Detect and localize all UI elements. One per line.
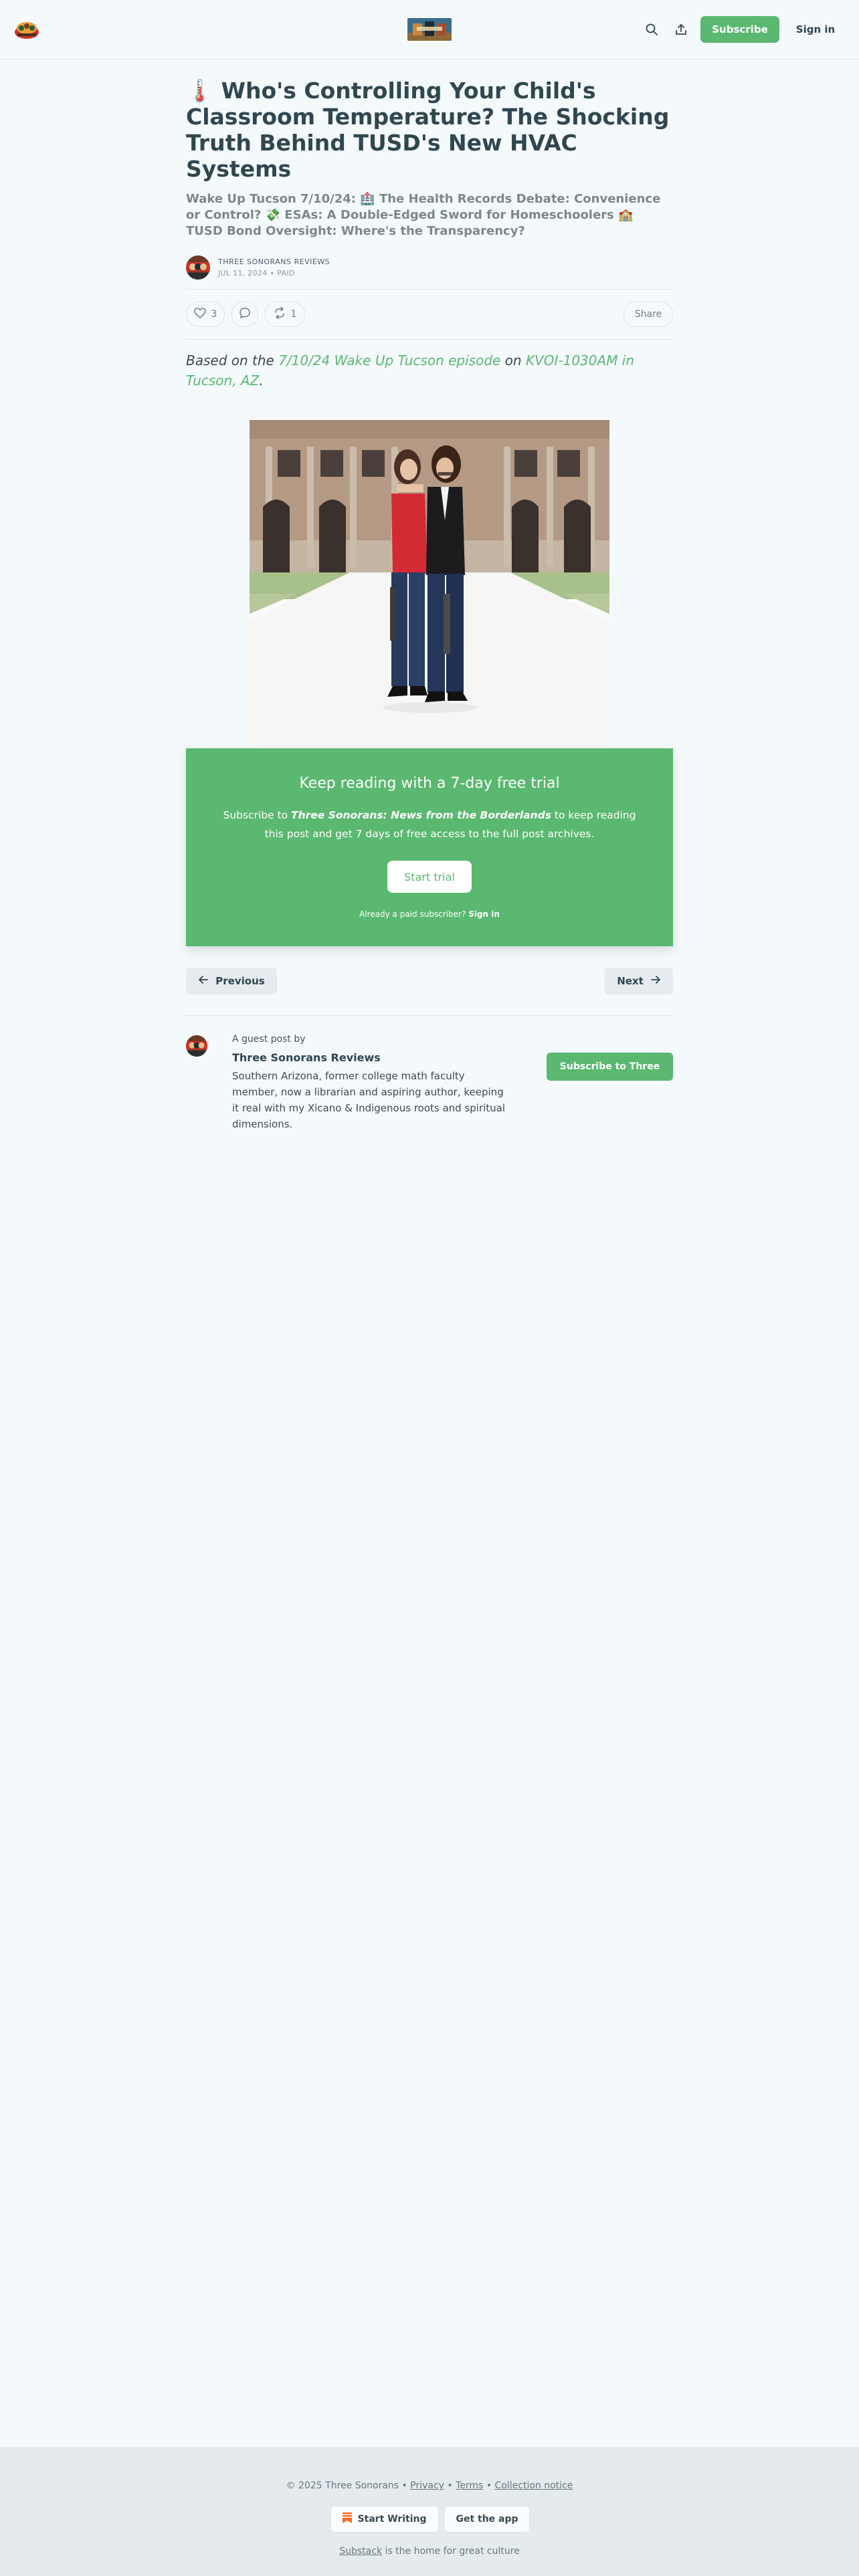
access-badge: PAID	[277, 269, 295, 278]
footer-separator: •	[444, 2480, 456, 2491]
comment-button[interactable]	[231, 302, 258, 327]
lede-suffix: .	[259, 372, 264, 389]
sign-in-button[interactable]: Sign in	[787, 16, 844, 43]
post-date: JUL 11, 2024	[218, 269, 268, 278]
previous-post-button[interactable]: Previous	[186, 968, 277, 994]
post-actions-bar: 3 1 Share	[186, 289, 673, 340]
already-subscriber-text: Already a paid subscriber?	[359, 909, 469, 919]
collection-notice-link[interactable]: Collection notice	[495, 2480, 573, 2491]
meta-separator: ∙	[270, 269, 278, 278]
section-divider	[186, 1015, 673, 1016]
start-writing-button[interactable]: Start Writing	[330, 2506, 439, 2533]
share-icon[interactable]	[671, 19, 691, 39]
share-post-button[interactable]: Share	[624, 302, 673, 327]
get-the-app-button[interactable]: Get the app	[444, 2506, 530, 2533]
three-sonorans-logo-icon[interactable]	[13, 19, 40, 40]
next-post-button[interactable]: Next	[605, 968, 673, 994]
post-byline: THREE SONORANS REVIEWS JUL 11, 2024 ∙ PA…	[186, 251, 673, 281]
substack-logo-icon	[343, 2512, 353, 2526]
footer-legal-line: © 2025 Three Sonorans • Privacy • Terms …	[0, 2480, 859, 2491]
footer-tagline: Substack is the home for great culture	[0, 2546, 859, 2557]
episode-link[interactable]: 7/10/24 Wake Up Tucson episode	[278, 352, 500, 368]
comment-icon	[239, 307, 251, 322]
tagline-text: is the home for great culture	[382, 2546, 520, 2557]
privacy-link[interactable]: Privacy	[410, 2480, 444, 2491]
post-subtitle: Wake Up Tucson 7/10/24: 🏥 The Health Rec…	[186, 192, 661, 238]
guest-author-avatar[interactable]	[186, 1035, 207, 1057]
start-trial-button[interactable]: Start trial	[387, 861, 472, 893]
like-count: 3	[211, 309, 217, 320]
copyright: © 2025 Three Sonorans	[286, 2480, 399, 2491]
post-hero-image[interactable]	[250, 420, 609, 756]
page-footer: © 2025 Three Sonorans • Privacy • Terms …	[0, 2447, 859, 2576]
article: 🌡️ Who's Controlling Your Child's Classr…	[186, 78, 673, 756]
footer-separator: •	[399, 2480, 411, 2491]
post-meta: JUL 11, 2024 ∙ PAID	[218, 269, 295, 278]
lede-prefix: Based on the	[186, 352, 279, 368]
arrow-left-icon	[198, 974, 209, 988]
lede-middle: on	[500, 352, 526, 368]
publication-header-image[interactable]	[407, 18, 452, 41]
post-lede: Based on the 7/10/24 Wake Up Tucson epis…	[186, 350, 673, 391]
next-label: Next	[617, 975, 644, 987]
top-navigation-bar: Subscribe Sign in	[0, 0, 859, 60]
subscribe-button[interactable]: Subscribe	[700, 16, 779, 43]
restack-button[interactable]: 1	[265, 302, 305, 327]
footer-separator: •	[483, 2480, 495, 2491]
guest-post-label: A guest post by	[232, 1034, 306, 1045]
guest-author-bio: Southern Arizona, former college math fa…	[232, 1070, 506, 1130]
arrow-right-icon	[650, 974, 661, 988]
paywall-title: Keep reading with a 7-day free trial	[299, 775, 560, 792]
author-name[interactable]: THREE SONORANS REVIEWS	[218, 257, 330, 266]
restack-count: 1	[290, 309, 297, 320]
paywall-card: Keep reading with a 7-day free trial Sub…	[186, 748, 673, 946]
paywall-signin-row: Already a paid subscriber? Sign in	[186, 909, 673, 919]
terms-link[interactable]: Terms	[456, 2480, 483, 2491]
substack-link[interactable]: Substack	[339, 2546, 382, 2557]
previous-label: Previous	[215, 975, 265, 987]
paywall-text-prefix: Subscribe to	[223, 809, 292, 821]
start-writing-label: Start Writing	[357, 2514, 427, 2525]
paywall-signin-link[interactable]: Sign in	[468, 909, 500, 919]
author-avatar[interactable]	[186, 255, 210, 280]
subscribe-to-author-button[interactable]: Subscribe to Three	[547, 1053, 673, 1081]
paywall-text: Subscribe to Three Sonorans: News from t…	[213, 806, 646, 843]
guest-author-name[interactable]: Three Sonorans Reviews	[232, 1051, 381, 1064]
post-title: 🌡️ Who's Controlling Your Child's Classr…	[186, 78, 670, 182]
heart-icon	[193, 308, 206, 321]
search-icon[interactable]	[642, 19, 662, 39]
like-button[interactable]: 3	[186, 302, 225, 327]
publication-name: Three Sonorans: News from the Borderland…	[291, 809, 551, 821]
restack-icon	[274, 306, 286, 322]
